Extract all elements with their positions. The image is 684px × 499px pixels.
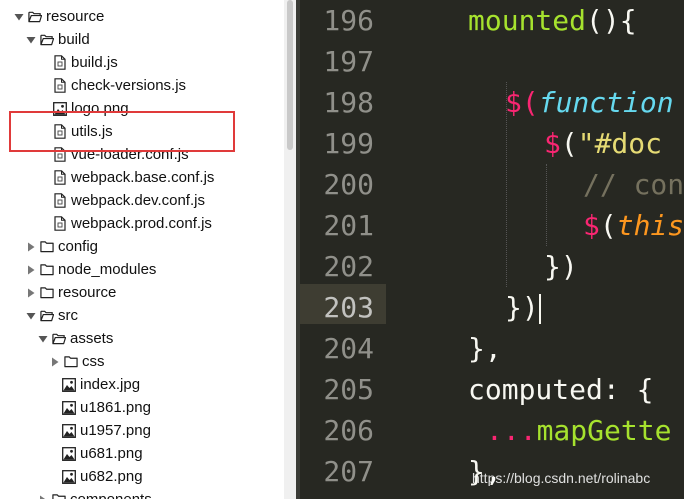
tree-item-u681-png[interactable]: u681.png — [62, 442, 143, 465]
tree-item-src[interactable]: src — [25, 304, 78, 327]
tree-item-label: check-versions.js — [71, 77, 187, 94]
line-number: 196 — [323, 4, 374, 37]
line-number: 204 — [323, 332, 374, 365]
code-line-205: computed: { — [468, 373, 654, 406]
code-line-201: $(this — [583, 209, 684, 242]
tree-item-css[interactable]: css — [49, 350, 105, 373]
tree-item-label: build — [58, 31, 90, 48]
code-comment: // con — [583, 168, 684, 201]
file-icon — [53, 193, 67, 209]
code-line-203: }) — [505, 291, 541, 324]
file-icon — [53, 55, 67, 71]
line-number: 202 — [323, 250, 374, 283]
highlight-annotation-box — [9, 111, 235, 152]
collapsed-arrow-icon[interactable] — [25, 287, 36, 298]
tree-item-check-versions-js[interactable]: check-versions.js — [53, 74, 186, 97]
collapsed-arrow-icon[interactable] — [25, 264, 36, 275]
tree-item-label: resource — [46, 8, 105, 25]
expanded-arrow-icon[interactable] — [25, 34, 36, 45]
collapsed-arrow-icon[interactable] — [49, 356, 60, 367]
folder-open-icon — [52, 331, 66, 347]
tree-item-webpack-base-conf-js[interactable]: webpack.base.conf.js — [53, 166, 214, 189]
line-number: 203 — [323, 291, 374, 324]
folder-icon — [64, 354, 78, 370]
folder-open-icon — [40, 308, 54, 324]
code-line-199: $("#doc — [544, 127, 663, 160]
tree-item-resource[interactable]: resource — [13, 5, 104, 28]
tree-item-webpack-prod-conf-js[interactable]: webpack.prod.conf.js — [53, 212, 212, 235]
tree-item-config[interactable]: config — [25, 235, 98, 258]
tree-item-label: resource — [58, 284, 117, 301]
code-line-198: $(function — [505, 86, 674, 119]
line-number: 201 — [323, 209, 374, 242]
sidebar-scroll-thumb[interactable] — [287, 0, 293, 150]
function-name: mounted — [468, 4, 587, 37]
folder-icon — [40, 262, 54, 278]
tree-item-u1957-png[interactable]: u1957.png — [62, 419, 151, 442]
line-number: 200 — [323, 168, 374, 201]
tree-item-label: webpack.dev.conf.js — [71, 192, 205, 209]
tree-item-label: webpack.prod.conf.js — [71, 215, 212, 232]
collapsed-arrow-icon[interactable] — [25, 241, 36, 252]
folder-icon — [52, 492, 66, 499]
expanded-arrow-icon[interactable] — [25, 310, 36, 321]
image-file-icon — [62, 400, 76, 416]
tree-item-label: u1957.png — [80, 422, 151, 439]
image-file-icon — [62, 469, 76, 485]
tree-item-label: webpack.base.conf.js — [71, 169, 215, 186]
line-number: 206 — [323, 414, 374, 447]
expanded-arrow-icon[interactable] — [13, 11, 24, 22]
image-file-icon — [62, 446, 76, 462]
folder-open-icon — [28, 9, 42, 25]
tree-item-label: css — [82, 353, 105, 370]
sidebar-scrollbar[interactable] — [284, 0, 296, 499]
line-number: 197 — [323, 45, 374, 78]
image-file-icon — [62, 377, 76, 393]
tree-item-webpack-dev-conf-js[interactable]: webpack.dev.conf.js — [53, 189, 205, 212]
tree-item-components[interactable]: components — [37, 488, 152, 499]
code-line-204: }, — [468, 332, 502, 365]
tree-item-resource[interactable]: resource — [25, 281, 116, 304]
tree-item-label: index.jpg — [80, 376, 141, 393]
code-line-200: // con — [583, 164, 684, 205]
line-number: 205 — [323, 373, 374, 406]
tree-item-label: build.js — [71, 54, 118, 71]
folder-icon — [40, 285, 54, 301]
folder-icon — [40, 239, 54, 255]
file-icon — [53, 216, 67, 232]
tree-item-u682-png[interactable]: u682.png — [62, 465, 143, 488]
watermark: https://blog.csdn.net/rolinabc — [472, 470, 651, 486]
collapsed-arrow-icon[interactable] — [37, 494, 48, 499]
file-tree-sidebar: resource build build.js check-versions.js lo… — [0, 0, 284, 499]
file-icon — [53, 170, 67, 186]
code-line-202: }) — [544, 250, 578, 283]
image-file-icon — [62, 423, 76, 439]
line-number: 199 — [323, 127, 374, 160]
text-cursor — [538, 294, 541, 324]
function-keyword: function — [538, 86, 674, 119]
tree-item-assets[interactable]: assets — [37, 327, 113, 350]
tree-item-label: u681.png — [80, 445, 143, 462]
indent-guide — [546, 164, 547, 246]
tree-item-u1861-png[interactable]: u1861.png — [62, 396, 151, 419]
tree-item-label: node_modules — [58, 261, 157, 278]
tree-item-label: u1861.png — [80, 399, 151, 416]
code-line-196: mounted(){ — [468, 4, 637, 37]
tree-item-build-js[interactable]: build.js — [53, 51, 118, 74]
tree-item-label: components — [70, 488, 152, 499]
expanded-arrow-icon[interactable] — [37, 333, 48, 344]
tree-item-build[interactable]: build — [25, 28, 90, 51]
tree-item-label: u682.png — [80, 468, 143, 485]
tree-item-label: assets — [70, 330, 114, 347]
code-editor[interactable]: 196 197 198 199 200 201 202 203 204 205 206 207 mou… — [300, 0, 684, 499]
line-number: 198 — [323, 86, 374, 119]
tree-item-label: config — [58, 238, 99, 255]
file-icon — [53, 78, 67, 94]
tree-item-index-jpg[interactable]: index.jpg — [62, 373, 140, 396]
folder-open-icon — [40, 32, 54, 48]
line-number: 207 — [323, 455, 374, 488]
tree-item-label: src — [58, 307, 78, 324]
tree-item-node-modules[interactable]: node_modules — [25, 258, 156, 281]
code-line-206: ...mapGette — [486, 414, 672, 447]
